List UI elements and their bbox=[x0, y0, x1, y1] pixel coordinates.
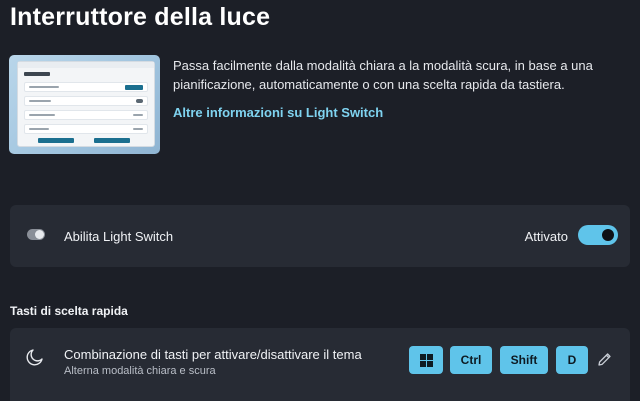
shift-key[interactable]: Shift bbox=[500, 346, 548, 374]
light-switch-preview-image bbox=[9, 55, 160, 154]
windows-logo-icon bbox=[419, 353, 433, 367]
d-key[interactable]: D bbox=[556, 346, 588, 374]
toggle-knob bbox=[602, 229, 614, 241]
page-title: Interruttore della luce bbox=[10, 3, 271, 31]
more-info-link[interactable]: Altre informazioni su Light Switch bbox=[173, 105, 383, 120]
enable-label: Abilita Light Switch bbox=[64, 229, 174, 244]
moon-icon bbox=[26, 349, 43, 366]
shortcuts-section-title: Tasti di scelta rapida bbox=[10, 304, 128, 318]
shortcut-label: Combinazione di tasti per attivare/disat… bbox=[64, 347, 362, 362]
preview-window bbox=[17, 61, 155, 147]
enable-setting-card: Abilita Light Switch Attivato bbox=[10, 205, 630, 267]
shortcut-description: Alterna modalità chiara e scura bbox=[64, 365, 216, 377]
shortcut-setting-card: Combinazione di tasti per attivare/disat… bbox=[10, 328, 630, 401]
enable-state-label: Attivato bbox=[524, 229, 568, 244]
pencil-icon[interactable] bbox=[596, 351, 613, 368]
enable-toggle-switch[interactable] bbox=[578, 225, 618, 245]
toggle-icon bbox=[27, 229, 45, 240]
feature-description: Passa facilmente dalla modalità chiara a… bbox=[173, 58, 593, 92]
windows-key[interactable] bbox=[409, 346, 443, 374]
ctrl-key[interactable]: Ctrl bbox=[450, 346, 492, 374]
